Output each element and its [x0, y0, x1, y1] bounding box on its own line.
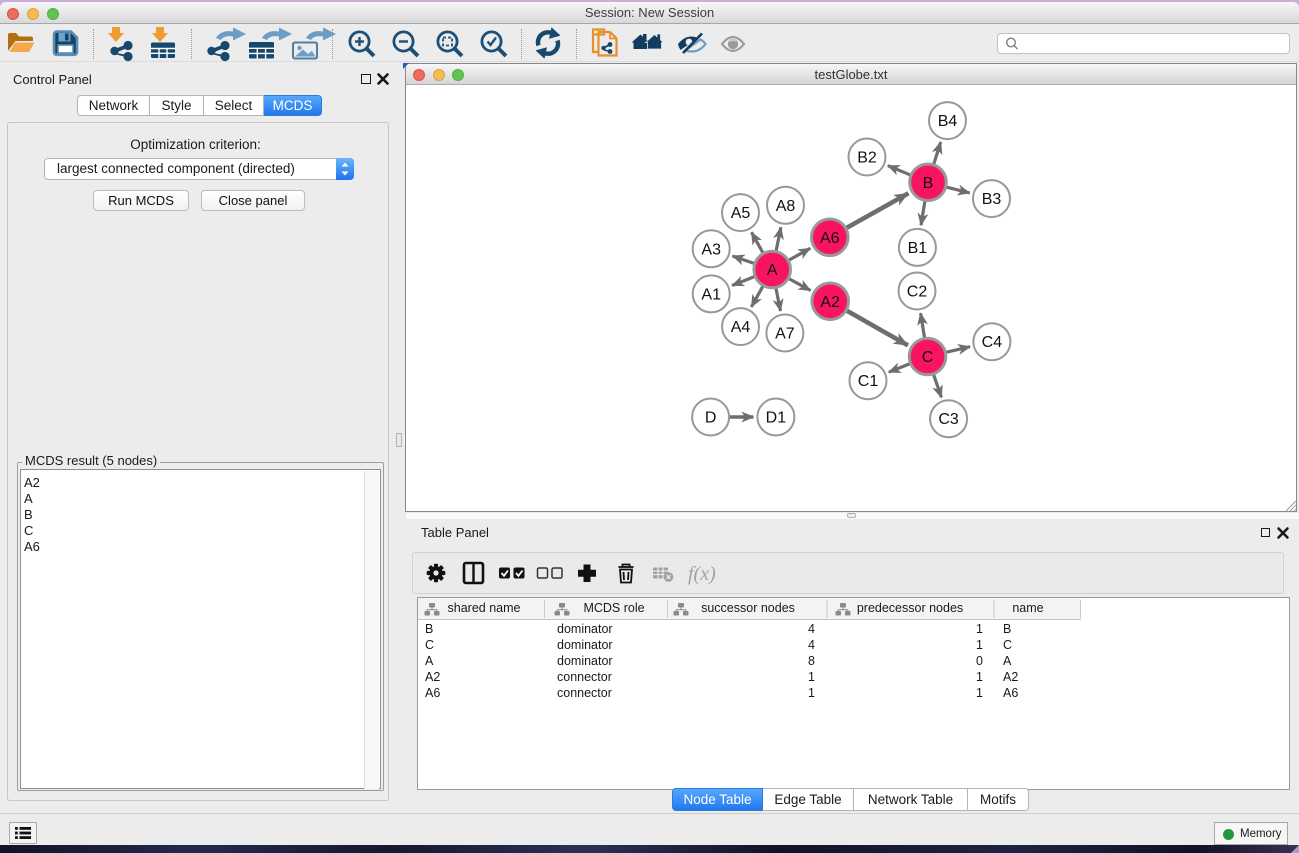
svg-text:A1: A1 [701, 286, 721, 303]
svg-text:B3: B3 [982, 191, 1002, 208]
svg-text:C4: C4 [982, 334, 1003, 351]
svg-text:C1: C1 [858, 373, 879, 390]
svg-text:A2: A2 [820, 294, 840, 311]
svg-text:B2: B2 [857, 150, 877, 167]
svg-text:A3: A3 [701, 241, 721, 258]
svg-text:A: A [767, 262, 778, 279]
svg-text:A7: A7 [775, 326, 795, 343]
svg-text:B1: B1 [908, 240, 928, 257]
svg-text:D1: D1 [766, 410, 787, 427]
svg-text:A4: A4 [731, 319, 751, 336]
svg-text:D: D [705, 410, 717, 427]
svg-text:B: B [923, 175, 934, 192]
svg-text:f(x): f(x) [688, 563, 716, 585]
svg-text:B4: B4 [938, 113, 958, 130]
svg-text:A8: A8 [776, 198, 796, 215]
svg-text:A6: A6 [820, 230, 840, 247]
svg-text:C2: C2 [907, 284, 928, 301]
svg-text:A5: A5 [731, 205, 751, 222]
svg-text:C: C [922, 349, 934, 366]
svg-text:C3: C3 [938, 411, 959, 428]
